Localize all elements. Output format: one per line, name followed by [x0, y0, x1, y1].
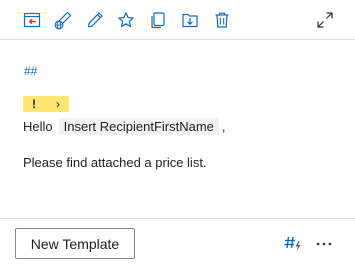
insert-template-icon[interactable] — [22, 10, 42, 30]
hashtags[interactable]: ## — [24, 64, 37, 78]
warning-badge[interactable]: ! › — [23, 96, 69, 112]
share-globe-icon[interactable] — [53, 10, 73, 30]
template-preview: ## ! › Hello Insert RecipientFirstName ,… — [0, 41, 355, 218]
expand-icon[interactable] — [315, 10, 335, 30]
more-options-icon[interactable] — [314, 234, 334, 254]
greeting-text: Hello — [23, 118, 53, 134]
delete-icon[interactable] — [212, 10, 232, 30]
hashtag-flash-icon[interactable] — [283, 234, 303, 254]
save-icon[interactable] — [180, 10, 200, 30]
footer: New Template — [0, 218, 355, 266]
warning-symbol: ! — [32, 97, 36, 111]
favorite-star-icon[interactable] — [116, 10, 136, 30]
body-text: Please find attached a price list. — [23, 155, 207, 170]
greeting-comma: , — [221, 118, 226, 134]
copy-icon[interactable] — [148, 10, 168, 30]
toolbar — [0, 0, 355, 40]
new-template-button[interactable]: New Template — [15, 228, 135, 259]
edit-pencil-icon[interactable] — [85, 10, 105, 30]
greeting-line: Hello Insert RecipientFirstName , — [23, 116, 226, 136]
recipient-placeholder[interactable]: Insert RecipientFirstName — [58, 117, 219, 135]
chevron-right-icon: › — [56, 97, 60, 111]
